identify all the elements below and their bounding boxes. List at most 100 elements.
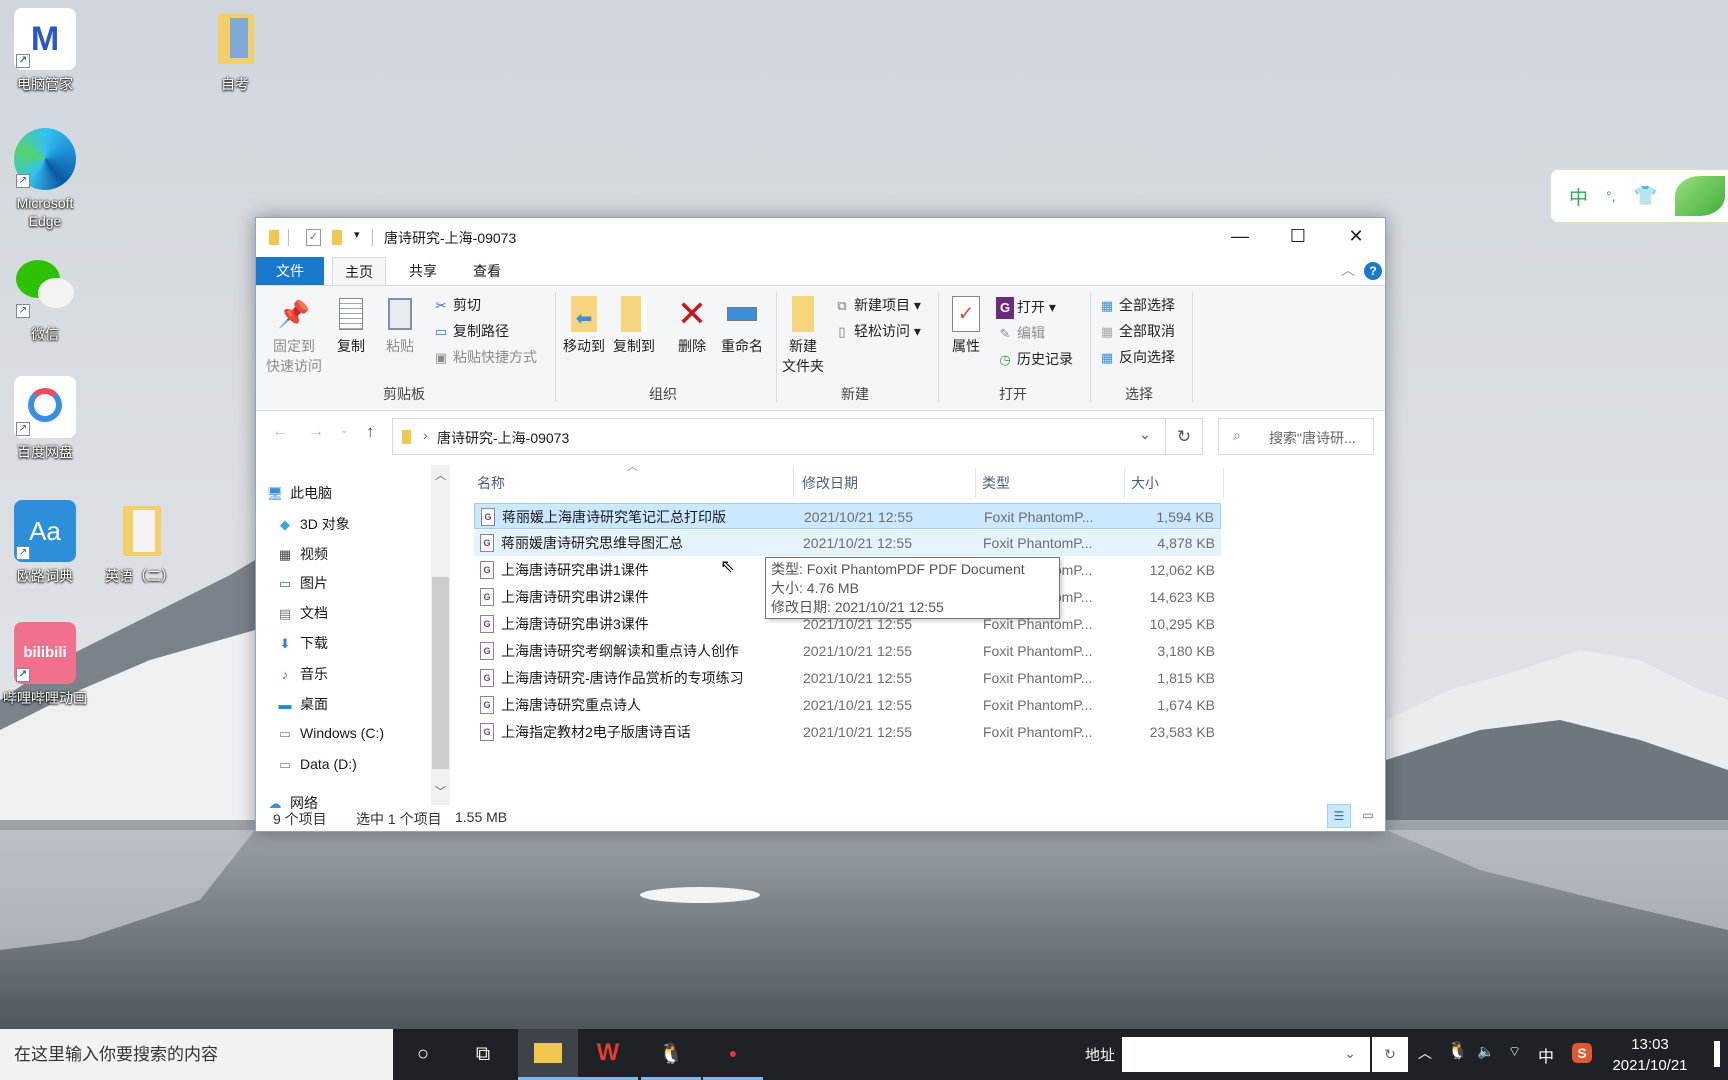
ime-mode-button[interactable]: 中	[1569, 183, 1588, 210]
desktop-icon-bilibili[interactable]: bilibili ↗ 哔哩哔哩动画	[0, 622, 90, 708]
select-all-button[interactable]: ▦ 全部选择	[1098, 294, 1175, 316]
scroll-thumb[interactable]	[432, 577, 449, 769]
back-button[interactable]: ←	[272, 423, 288, 441]
shirt-icon[interactable]: 👕	[1634, 184, 1658, 208]
tab-file[interactable]: 文件	[256, 257, 324, 285]
tab-view[interactable]: 查看	[460, 257, 514, 285]
refresh-button[interactable]: ↻	[1166, 418, 1203, 455]
new-folder-button[interactable]: 新建 文件夹	[778, 294, 828, 376]
large-icons-view-button[interactable]: ▭	[1356, 804, 1380, 828]
desktop-icon-wechat[interactable]: ↗ 微信	[0, 258, 90, 344]
copy-to-button[interactable]: 复制到	[612, 294, 656, 356]
copy-button[interactable]: 复制	[330, 294, 372, 356]
new-item-button[interactable]: ⧉ 新建项目 ▾	[833, 294, 921, 316]
address-dropdown-button[interactable]: ⌄	[1139, 426, 1151, 443]
nav-scrollbar[interactable]: ︿ ﹀	[431, 465, 450, 805]
ime-toolbar[interactable]: 中 °, 👕	[1550, 169, 1728, 223]
history-button[interactable]: ◷ 历史记录	[996, 348, 1073, 370]
file-row[interactable]: G 上海唐诗研究-唐诗作品赏析的专项练习 2021/10/21 12:55 Foxit…	[474, 665, 1221, 691]
taskbar-search-box[interactable]: 在这里输入你要搜索的内容	[0, 1029, 393, 1080]
file-row[interactable]: G 上海唐诗研究考纲解读和重点诗人创作 2021/10/21 12:55 Foxit …	[474, 638, 1221, 664]
nav-item[interactable]: ▭ 图片	[276, 572, 328, 594]
address-toolbar-refresh[interactable]: ↻	[1372, 1037, 1408, 1072]
nav-item[interactable]: ▬ 桌面	[276, 693, 329, 715]
select-none-button[interactable]: ▦ 全部取消	[1098, 320, 1175, 342]
pin-to-quick-access-button[interactable]: 📌 固定到 快速访问	[258, 294, 330, 376]
paste-button[interactable]: 粘贴	[378, 294, 422, 356]
status-item-count: 9 个项目	[273, 811, 327, 827]
music-icon: ♪	[281, 667, 289, 682]
forward-button[interactable]: →	[308, 423, 324, 441]
qq-tray-icon[interactable]: 🐧	[1447, 1041, 1468, 1061]
wifi-icon[interactable]: ⌔	[1508, 1043, 1521, 1061]
address-bar[interactable]: › 唐诗研究-上海-09073 ⌄	[392, 418, 1166, 455]
nav-item[interactable]: ▦ 视频	[276, 543, 328, 565]
up-button[interactable]: ↑	[366, 422, 375, 442]
address-toolbar-input[interactable]: ⌄	[1122, 1037, 1370, 1072]
file-row[interactable]: G 上海唐诗研究重点诗人 2021/10/21 12:55 Foxit Phantom…	[474, 692, 1221, 718]
sogou-ime-icon[interactable]: S	[1572, 1043, 1592, 1063]
copy-path-button[interactable]: ▭ 复制路径	[432, 320, 509, 342]
rename-button[interactable]: 重命名	[718, 294, 766, 356]
file-row[interactable]: G 蒋丽媛唐诗研究思维导图汇总 2021/10/21 12:55 Foxit Phan…	[474, 530, 1221, 556]
column-header-type[interactable]: 类型	[976, 468, 1125, 498]
desktop-icon-english-folder[interactable]: 英语（二）	[95, 500, 185, 586]
recent-locations-button[interactable]: ⌄	[340, 425, 348, 436]
easy-access-button[interactable]: ▯ 轻松访问 ▾	[833, 320, 921, 342]
nav-item[interactable]: ◆ 3D 对象	[276, 513, 350, 535]
properties-button[interactable]: ✓ 属性	[944, 294, 988, 356]
edit-button[interactable]: ✎ 编辑	[996, 322, 1045, 344]
properties-quick-icon[interactable]: ✓	[306, 229, 321, 246]
column-header-size[interactable]: 大小	[1125, 468, 1224, 498]
wps-taskbar-button[interactable]: W	[578, 1029, 638, 1080]
show-hidden-icons-button[interactable]: ︿	[1418, 1043, 1432, 1063]
nav-item[interactable]: ⬇ 下载	[276, 632, 328, 654]
details-view-button[interactable]: ☰	[1327, 804, 1351, 828]
scroll-up-arrow-icon[interactable]: ︿	[435, 467, 446, 483]
file-row[interactable]: G 蒋丽媛上海唐诗研究笔记汇总打印版 2021/10/21 12:55 Foxit P…	[474, 503, 1221, 529]
desktop-icon-pc-manager[interactable]: M ↗ 电脑管家	[0, 8, 90, 94]
volume-icon[interactable]: 🔈	[1477, 1043, 1494, 1060]
desktop-icon-edge[interactable]: ↗ Microsoft Edge	[0, 128, 90, 230]
collapse-ribbon-icon[interactable]: ︿	[1341, 260, 1355, 280]
show-desktop-button[interactable]	[1714, 1041, 1720, 1067]
minimize-button[interactable]: —	[1212, 218, 1268, 254]
nav-item[interactable]: ♪ 音乐	[276, 663, 328, 685]
desktop-icon-eudic[interactable]: Aa ↗ 欧路词典	[0, 500, 90, 586]
scroll-down-arrow-icon[interactable]: ﹀	[435, 783, 446, 799]
desktop-icon-zikao-folder[interactable]: 自考	[190, 8, 280, 94]
nav-item[interactable]: ▭ Windows (C:)	[276, 722, 384, 744]
qq-taskbar-button[interactable]: 🐧	[641, 1029, 701, 1080]
customize-quick-access-icon[interactable]: ▾	[354, 228, 360, 241]
file-row[interactable]: G 上海指定教材2电子版唐诗百话 2021/10/21 12:55 Foxit Pha…	[474, 719, 1221, 745]
breadcrumb-current[interactable]: 唐诗研究-上海-09073	[437, 428, 569, 448]
cortana-button[interactable]: ○	[393, 1029, 453, 1080]
close-button[interactable]: ✕	[1328, 218, 1384, 254]
task-view-button[interactable]: ⧉	[453, 1029, 513, 1080]
nav-item[interactable]: 🖥 此电脑	[266, 482, 332, 504]
ime-indicator[interactable]: 中	[1538, 1043, 1554, 1067]
help-icon[interactable]: ?	[1364, 262, 1382, 280]
maximize-button[interactable]: ☐	[1270, 218, 1326, 254]
chevron-down-icon[interactable]: ⌄	[1344, 1045, 1356, 1062]
nav-item[interactable]: ▤ 文档	[276, 602, 328, 624]
recorder-taskbar-button[interactable]: ●	[703, 1029, 763, 1080]
tab-home[interactable]: 主页	[332, 257, 386, 286]
column-header-date[interactable]: 修改日期	[796, 468, 976, 498]
invert-selection-button[interactable]: ▦ 反向选择	[1098, 346, 1175, 368]
move-to-button[interactable]: ⬅ 移动到	[562, 294, 606, 356]
open-button[interactable]: G 打开 ▾	[996, 296, 1056, 319]
new-folder-quick-icon[interactable]	[332, 230, 342, 245]
nav-item[interactable]: ▭ Data (D:)	[276, 753, 357, 775]
clock[interactable]: 13:03 2021/10/21	[1600, 1034, 1700, 1076]
desktop-icon-baidu-netdisk[interactable]: ↗ 百度网盘	[0, 376, 90, 462]
file-explorer-taskbar-button[interactable]	[518, 1029, 578, 1080]
nav-item-label: 3D 对象	[300, 516, 350, 532]
column-header-name[interactable]: 名称	[471, 468, 794, 498]
delete-button[interactable]: ✕ 删除	[670, 294, 714, 356]
search-box[interactable]: ⌕ 搜索"唐诗研...	[1218, 418, 1374, 455]
cut-button[interactable]: ✂ 剪切	[432, 294, 481, 316]
ime-punct-button[interactable]: °,	[1606, 188, 1616, 204]
tab-share[interactable]: 共享	[396, 257, 450, 285]
paste-shortcut-button[interactable]: ▣ 粘贴快捷方式	[432, 346, 537, 368]
